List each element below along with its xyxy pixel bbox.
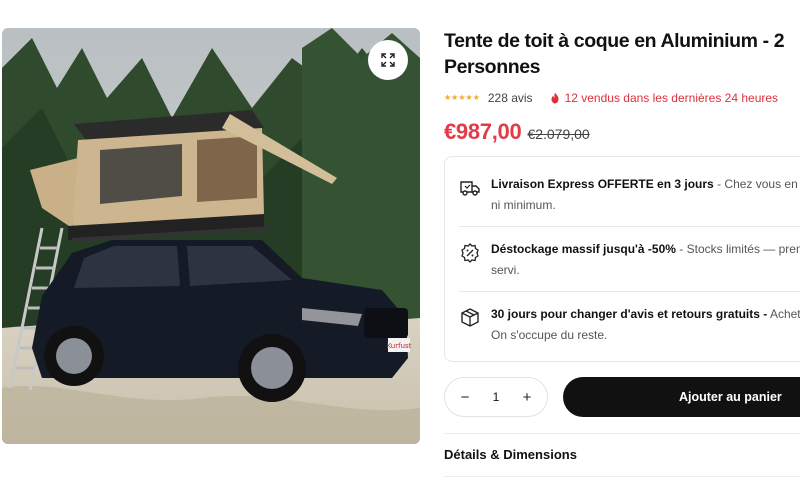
zoom-button[interactable]	[368, 40, 408, 80]
benefit-shipping: Livraison Express OFFERTE en 3 jours - C…	[459, 174, 800, 216]
benefit-title: Livraison Express OFFERTE en 3 jours	[491, 177, 714, 191]
product-info: Tente de toit à coque en Aluminium - 2 P…	[444, 28, 800, 145]
divider	[459, 226, 800, 227]
benefit-returns: 30 jours pour changer d'avis et retours …	[459, 304, 800, 346]
plate-badge: Kurfust	[387, 342, 412, 350]
sold-notice: 12 vendus dans les dernières 24 heures	[564, 91, 779, 105]
truck-icon	[460, 181, 480, 196]
star-icon: ★	[451, 93, 459, 102]
price-row: €987,00 €2.079,00	[444, 119, 800, 145]
benefit-text: Livraison Express OFFERTE en 3 jours - C…	[491, 174, 800, 216]
quantity-stepper: − 1 +	[444, 377, 548, 417]
divider	[444, 476, 800, 477]
rating-row: ★ ★ ★ ★ ★ 228 avis 12 vendus dans les de…	[444, 91, 800, 105]
rooftop-tent-car-photo: Kurfust	[2, 28, 420, 444]
decrease-quantity-button[interactable]: −	[457, 389, 473, 406]
quantity-value[interactable]: 1	[493, 390, 500, 404]
benefit-text: 30 jours pour changer d'avis et retours …	[491, 304, 800, 346]
benefit-text: Déstockage massif jusqu'à -50% - Stocks …	[491, 239, 800, 281]
divider	[459, 291, 800, 292]
star-icon: ★	[465, 93, 473, 102]
product-title: Tente de toit à coque en Aluminium - 2 P…	[444, 30, 785, 78]
benefit-title: 30 jours pour changer d'avis et retours …	[491, 307, 768, 321]
star-icon: ★	[472, 93, 480, 102]
details-dimensions-toggle[interactable]: Détails & Dimensions	[444, 447, 577, 462]
benefits-box: Livraison Express OFFERTE en 3 jours - C…	[444, 156, 800, 362]
benefit-title: Déstockage massif jusqu'à -50%	[491, 242, 676, 256]
compare-price: €2.079,00	[527, 126, 590, 142]
rating-stars[interactable]: ★ ★ ★ ★ ★	[444, 93, 480, 103]
add-to-cart-button[interactable]: Ajouter au panier	[563, 377, 800, 417]
star-icon: ★	[444, 93, 452, 102]
expand-icon	[381, 53, 395, 67]
sale-price: €987,00	[444, 119, 522, 144]
fire-icon	[551, 92, 559, 104]
increase-quantity-button[interactable]: +	[519, 389, 535, 406]
review-count[interactable]: 228 avis	[488, 91, 533, 105]
discount-badge-icon	[461, 243, 479, 263]
product-image[interactable]: Kurfust	[2, 28, 420, 444]
package-icon	[461, 308, 479, 327]
benefit-destockage: Déstockage massif jusqu'à -50% - Stocks …	[459, 239, 800, 281]
star-icon: ★	[458, 93, 466, 102]
divider	[444, 433, 800, 434]
